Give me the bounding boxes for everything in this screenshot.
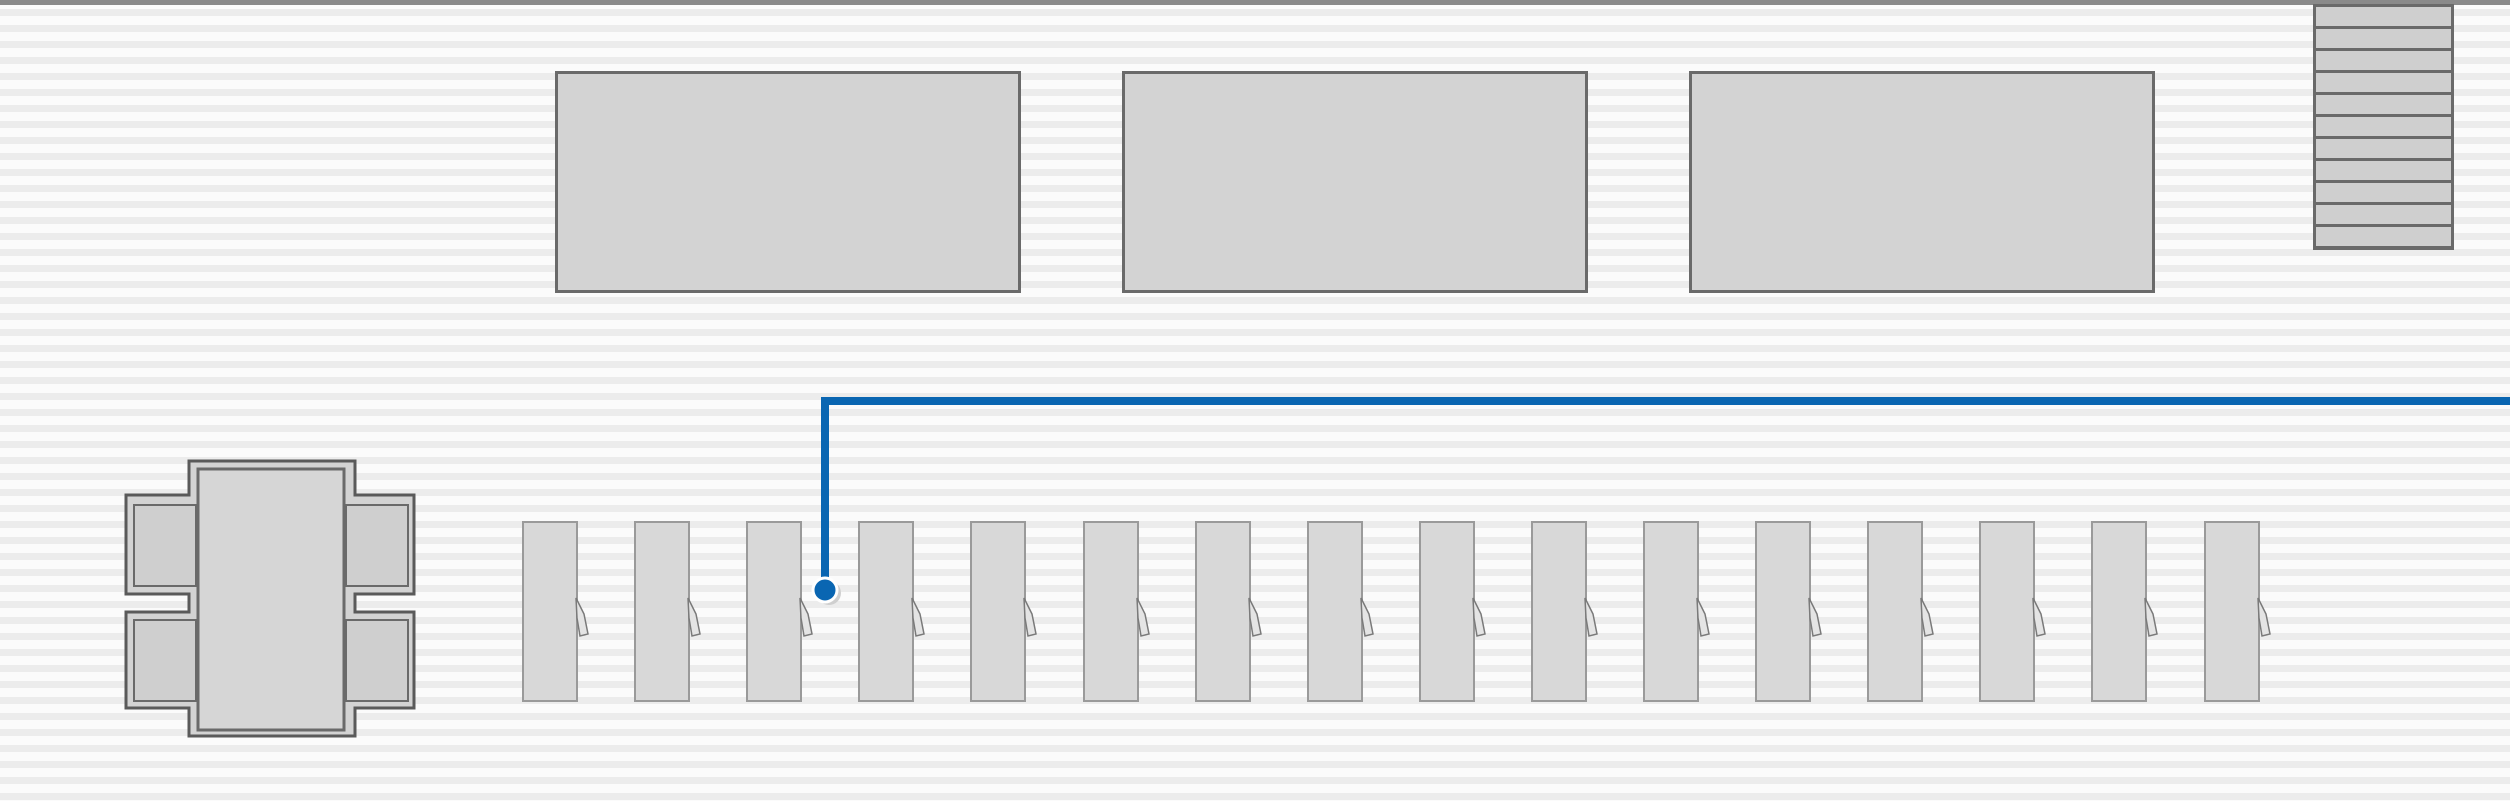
route-path: [821, 397, 2510, 590]
location-pin-icon[interactable]: [811, 576, 839, 604]
route-layer: [811, 397, 2510, 605]
